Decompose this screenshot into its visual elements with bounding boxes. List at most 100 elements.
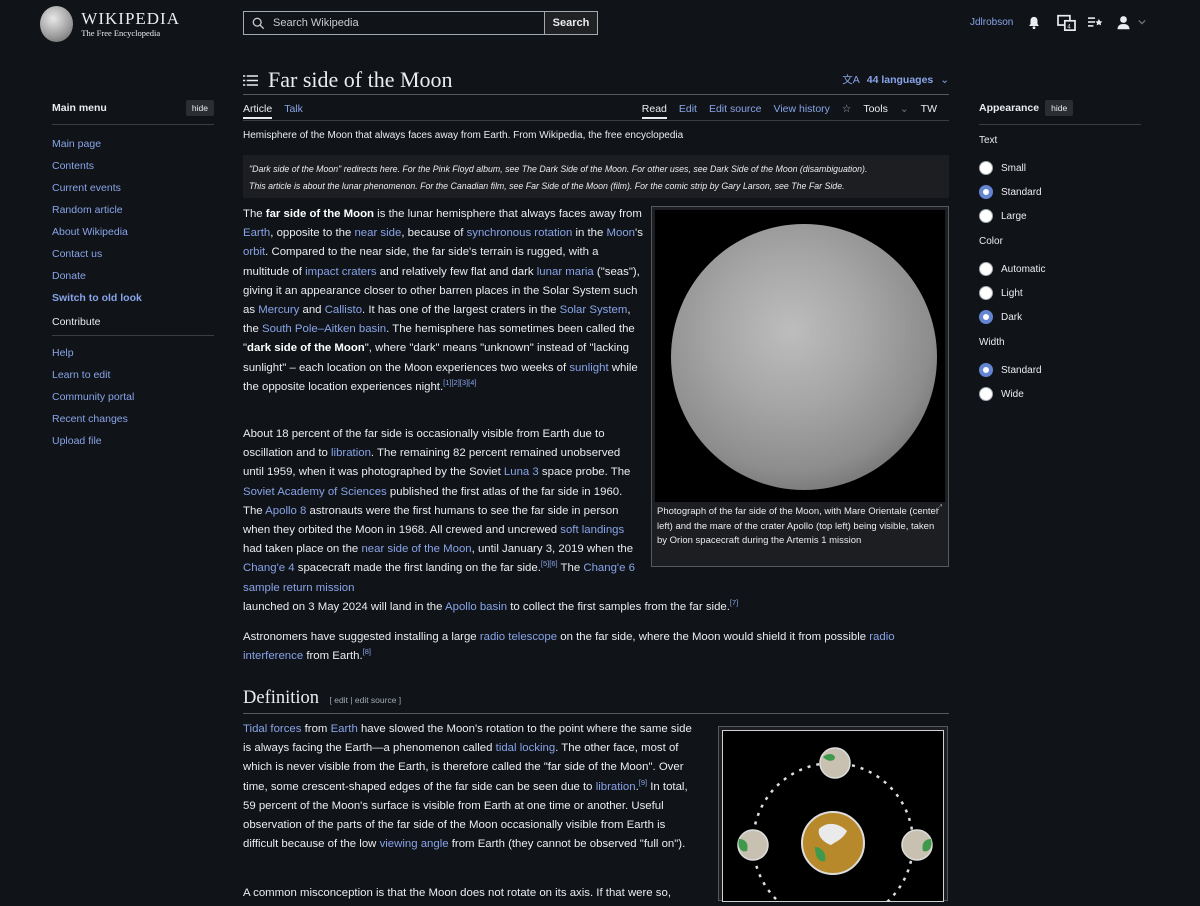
search-form: Search Wikipedia Search <box>243 11 598 35</box>
text-size-small[interactable]: Small <box>979 156 1141 180</box>
tab-talk[interactable]: Talk <box>284 103 303 119</box>
chevron-down-icon[interactable] <box>1136 13 1148 31</box>
search-icon <box>252 17 265 29</box>
menu-learn-to-edit[interactable]: Learn to edit <box>52 369 110 381</box>
language-icon: 文A <box>842 74 860 86</box>
translate-icon[interactable]: 4 <box>1056 13 1076 31</box>
menu-current-events[interactable]: Current events <box>52 182 121 194</box>
globe-logo-icon <box>40 6 74 42</box>
user-link[interactable]: Jdlrobson <box>970 17 1013 28</box>
menu-random-article[interactable]: Random article <box>52 204 123 216</box>
option-label: Standard <box>1001 364 1042 376</box>
menu-switch-old-look[interactable]: Switch to old look <box>52 292 142 304</box>
option-label: Large <box>1001 210 1027 222</box>
enlarge-icon[interactable]: ⤢ <box>936 503 942 513</box>
radio-button-selected[interactable] <box>979 363 993 377</box>
radio-button-selected[interactable] <box>979 310 993 324</box>
language-count: 44 languages <box>866 74 934 86</box>
orbit-diagram <box>737 747 933 906</box>
main-menu-hide-button[interactable]: hide <box>185 100 214 116</box>
radio-button[interactable] <box>979 161 993 175</box>
tab-edit[interactable]: Edit <box>679 103 697 119</box>
moon-photo[interactable] <box>655 210 945 502</box>
tools-menu[interactable]: Tools <box>863 103 888 119</box>
search-button[interactable]: Search <box>544 11 598 35</box>
appearance-hide-button[interactable]: hide <box>1045 100 1074 116</box>
menu-help[interactable]: Help <box>52 347 74 359</box>
search-placeholder: Search Wikipedia <box>273 17 359 29</box>
title-divider <box>243 94 949 95</box>
menu-community-portal[interactable]: Community portal <box>52 391 134 403</box>
page-title: Far side of the Moon <box>268 67 453 92</box>
moon-image <box>671 224 937 490</box>
text-size-standard[interactable]: Standard <box>979 180 1141 204</box>
color-label: Color <box>979 236 1003 247</box>
search-input[interactable]: Search Wikipedia <box>243 11 544 35</box>
title-bar: Far side of the Moon 文A 44 languages ⌄ <box>243 65 949 95</box>
radio-button[interactable] <box>979 209 993 223</box>
watchlist-icon[interactable] <box>1086 13 1104 31</box>
option-label: Wide <box>1001 388 1024 400</box>
logo-wordmark: Wikipedia <box>81 9 180 29</box>
color-light[interactable]: Light <box>979 281 1141 305</box>
radio-button-selected[interactable] <box>979 185 993 199</box>
main-menu: Main menu hide Main page Contents Curren… <box>52 100 214 456</box>
hatnote: "Dark side of the Moon" redirects here. … <box>243 155 949 198</box>
article-paragraph: Tidal forces from Earth have slowed the … <box>243 723 692 851</box>
menu-recent-changes[interactable]: Recent changes <box>52 413 128 425</box>
figure-caption: Photograph of the far side of the Moon, … <box>657 506 939 546</box>
toc-icon[interactable] <box>243 74 258 87</box>
wikipedia-logo[interactable]: Wikipedia The Free Encyclopedia <box>40 4 180 44</box>
option-label: Standard <box>1001 186 1042 198</box>
color-dark[interactable]: Dark <box>979 305 1141 329</box>
radio-button[interactable] <box>979 262 993 276</box>
chevron-down-icon: ⌄ <box>899 103 909 115</box>
radio-button[interactable] <box>979 286 993 300</box>
page-tagline: Hemisphere of the Moon that always faces… <box>243 130 684 141</box>
menu-contact-us[interactable]: Contact us <box>52 248 102 260</box>
bell-icon[interactable] <box>1025 13 1043 31</box>
infobox-figure: Photograph of the far side of the Moon, … <box>651 206 949 567</box>
definition-heading: Definition <box>243 688 320 708</box>
width-standard[interactable]: Standard <box>979 358 1141 382</box>
tab-article[interactable]: Article <box>243 103 273 119</box>
tabs-divider <box>243 120 949 121</box>
contribute-heading: Contribute <box>52 315 214 336</box>
article-paragraph: Astronomers have suggested installing a … <box>243 631 895 663</box>
menu-upload-file[interactable]: Upload file <box>52 435 102 447</box>
option-label: Dark <box>1001 311 1023 323</box>
option-label: Automatic <box>1001 263 1046 275</box>
color-automatic[interactable]: Automatic <box>979 257 1141 281</box>
tab-view-history[interactable]: View history <box>774 103 830 119</box>
menu-main-page[interactable]: Main page <box>52 138 101 150</box>
hatnote-line: This article is about the lunar phenomen… <box>249 181 845 191</box>
option-label: Small <box>1001 162 1027 174</box>
width-label: Width <box>979 337 1005 348</box>
tab-read[interactable]: Read <box>641 103 667 119</box>
menu-about-wikipedia[interactable]: About Wikipedia <box>52 226 128 238</box>
user-icon[interactable] <box>1114 13 1132 31</box>
hatnote-line: "Dark side of the Moon" redirects here. … <box>249 164 868 174</box>
radio-button[interactable] <box>979 387 993 401</box>
menu-donate[interactable]: Donate <box>52 270 86 282</box>
main-menu-title: Main menu <box>52 102 107 114</box>
text-size-label: Text <box>979 135 998 146</box>
tw-menu[interactable]: TW <box>921 103 937 119</box>
article-paragraph: A common misconception is that the Moon … <box>243 887 671 899</box>
tidal-locking-figure[interactable] <box>718 726 948 906</box>
logo-tagline: The Free Encyclopedia <box>81 28 161 39</box>
chevron-down-icon: ⌄ <box>940 74 949 86</box>
section-heading: Definition [ edit | edit source ] <box>243 688 949 714</box>
text-size-large[interactable]: Large <box>979 204 1141 228</box>
section-edit-links[interactable]: [ edit | edit source ] <box>330 695 402 705</box>
appearance-panel: Appearance hide Text Small Standard Larg… <box>979 100 1141 406</box>
tidal-locking-diagram <box>722 730 944 906</box>
tab-edit-source[interactable]: Edit source <box>709 103 762 119</box>
language-button[interactable]: 文A 44 languages ⌄ <box>842 72 949 87</box>
option-label: Light <box>1001 287 1023 299</box>
menu-contents[interactable]: Contents <box>52 160 94 172</box>
width-wide[interactable]: Wide <box>979 382 1141 406</box>
watch-star-icon[interactable]: ☆ <box>842 103 851 119</box>
page-tabs: Article Talk Read Edit Edit source View … <box>243 100 949 120</box>
article-paragraph: The far side of the Moon is the lunar he… <box>243 208 643 393</box>
